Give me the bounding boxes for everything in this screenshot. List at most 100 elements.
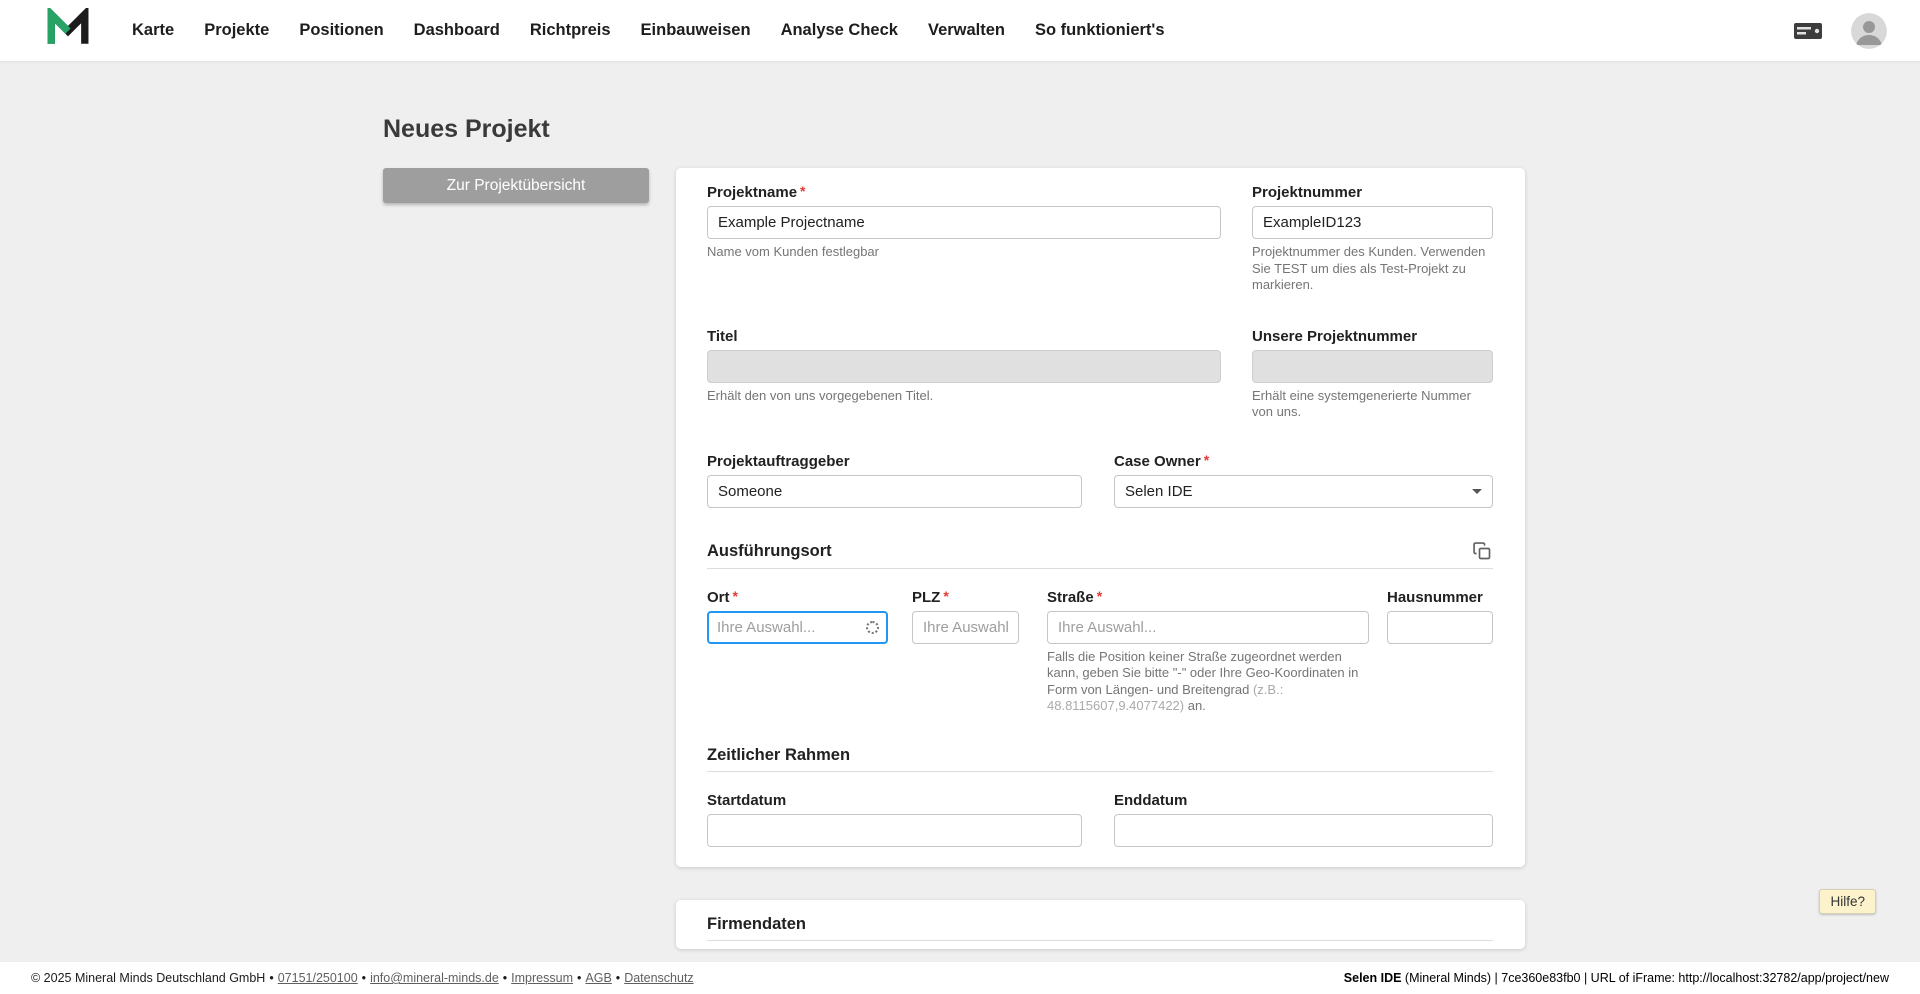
field-titel: Titel Erhält den von uns vorgegebenen Ti… (707, 328, 1221, 421)
strasse-helper-main: Falls die Position keiner Straße zugeord… (1047, 648, 1359, 697)
row-projektname-projektnummer: Projektname* Name vom Kunden festlegbar … (707, 183, 1493, 294)
field-enddatum: Enddatum (1114, 792, 1493, 847)
required-asterisk: * (1203, 451, 1210, 468)
field-strasse: Straße* Falls die Position keiner Straße… (1047, 588, 1369, 715)
section-ausfuehrungsort-title: Ausführungsort (707, 541, 832, 560)
unsere-projektnummer-input (1252, 349, 1493, 383)
nav-item-positionen[interactable]: Positionen (284, 0, 398, 61)
ort-input-wrapper (707, 610, 888, 644)
nav-item-einbauweisen[interactable]: Einbauweisen (626, 0, 766, 61)
section-firmendaten-title: Firmendaten (707, 914, 807, 933)
row-titel-unsere-projektnummer: Titel Erhält den von uns vorgegebenen Ti… (707, 328, 1493, 421)
section-firmendaten-header: Firmendaten (707, 914, 1493, 941)
ort-label: Ort (707, 588, 730, 606)
nav-item-richtpreis[interactable]: Richtpreis (515, 0, 626, 61)
field-projektnummer: Projektnummer Projektnummer des Kunden. … (1252, 184, 1493, 294)
field-projektauftraggeber: Projektauftraggeber (707, 453, 1082, 508)
case-owner-select[interactable]: Selen IDE (1114, 474, 1493, 508)
row-auftraggeber-caseowner: Projektauftraggeber Case Owner* Selen ID… (707, 451, 1493, 508)
page-title: Neues Projekt (383, 115, 550, 143)
section-zeitlicher-rahmen-header: Zeitlicher Rahmen (707, 745, 1493, 772)
field-case-owner: Case Owner * Selen IDE (1114, 451, 1493, 508)
field-startdatum: Startdatum (707, 792, 1082, 847)
titel-label: Titel (707, 327, 738, 345)
brand-logo-icon (47, 5, 89, 53)
brand-logo[interactable] (47, 5, 89, 53)
enddatum-input[interactable] (1114, 813, 1493, 847)
footer-separator: • (577, 971, 582, 985)
footer-separator: • (502, 971, 508, 985)
unsere-projektnummer-helper: Erhält eine systemgenerierte Nummer von … (1252, 387, 1471, 420)
projektname-helper: Name vom Kunden festlegbar (707, 244, 879, 259)
field-hausnummer: Hausnummer (1387, 589, 1493, 715)
plz-input[interactable] (912, 610, 1019, 644)
footer-left: © 2025 Mineral Minds Deutschland GmbH • … (31, 971, 694, 985)
project-form-card: Projektname* Name vom Kunden festlegbar … (676, 168, 1525, 867)
top-navbar: Karte Projekte Positionen Dashboard Rich… (0, 0, 1920, 61)
projektnummer-label: Projektnummer (1252, 184, 1363, 201)
plz-label: PLZ (912, 588, 941, 606)
enddatum-label: Enddatum (1114, 791, 1188, 809)
case-owner-value: Selen IDE (1125, 482, 1193, 500)
required-asterisk: * (800, 183, 806, 199)
required-asterisk: * (943, 587, 949, 604)
projektauftraggeber-input[interactable] (707, 474, 1082, 508)
ort-input[interactable] (717, 618, 866, 636)
footer-email-link[interactable]: info@mineral-minds.de (370, 971, 499, 985)
hausnummer-label: Hausnummer (1387, 588, 1483, 606)
titel-input (707, 349, 1221, 383)
strasse-helper-suffix: an. (1184, 698, 1206, 713)
server-icon[interactable] (1793, 20, 1823, 42)
footer: © 2025 Mineral Minds Deutschland GmbH • … (0, 962, 1920, 994)
case-owner-label: Case Owner (1114, 452, 1201, 470)
startdatum-input[interactable] (707, 813, 1082, 847)
strasse-helper: Falls die Position keiner Straße zugeord… (1047, 649, 1369, 715)
firmendaten-card: Firmendaten (676, 899, 1525, 949)
footer-session-info: Selen IDE (Mineral Minds) | 7ce360e83fb0… (1344, 971, 1889, 985)
copy-icon[interactable] (1471, 540, 1493, 562)
nav-item-verwalten[interactable]: Verwalten (913, 0, 1020, 61)
navbar-right (1793, 12, 1887, 49)
titel-helper: Erhält den von uns vorgegebenen Titel. (707, 387, 934, 403)
main-content: Neues Projekt Zur Projektübersicht Proje… (0, 61, 1920, 962)
footer-session-details: (Mineral Minds) | 7ce360e83fb0 | URL of … (1401, 971, 1889, 985)
footer-separator: • (269, 971, 274, 985)
row-startdatum-enddatum: Startdatum Enddatum (707, 792, 1493, 847)
projektauftraggeber-label: Projektauftraggeber (707, 452, 850, 470)
projektnummer-input[interactable] (1252, 206, 1493, 239)
footer-copyright: © 2025 Mineral Minds Deutschland GmbH (31, 971, 266, 985)
projektname-input[interactable] (707, 206, 1221, 239)
hausnummer-input[interactable] (1387, 610, 1493, 644)
section-ausfuehrungsort-header: Ausführungsort (707, 540, 1493, 569)
field-projektname: Projektname* Name vom Kunden festlegbar (707, 183, 1221, 294)
footer-separator: • (361, 971, 367, 985)
startdatum-label: Startdatum (707, 791, 787, 809)
footer-impressum-link[interactable]: Impressum (511, 971, 573, 985)
nav-item-karte[interactable]: Karte (117, 0, 189, 61)
field-plz: PLZ * (912, 587, 1019, 715)
section-zeitlicher-rahmen-title: Zeitlicher Rahmen (707, 745, 851, 764)
footer-separator: • (615, 971, 621, 985)
projektnummer-helper: Projektnummer des Kunden. Verwenden Sie … (1252, 244, 1486, 292)
back-to-project-overview-button[interactable]: Zur Projektübersicht (383, 168, 649, 203)
form-column: Projektname* Name vom Kunden festlegbar … (676, 168, 1525, 949)
user-avatar-icon[interactable] (1851, 12, 1887, 49)
footer-datenschutz-link[interactable]: Datenschutz (624, 971, 693, 985)
footer-user-name: Selen IDE (1343, 971, 1402, 985)
main-nav: Karte Projekte Positionen Dashboard Rich… (117, 0, 1793, 61)
strasse-input[interactable] (1047, 610, 1369, 644)
footer-phone-link[interactable]: 07151/250100 (278, 971, 358, 985)
strasse-label: Straße (1047, 588, 1094, 606)
field-ort: Ort * (707, 587, 888, 715)
field-unsere-projektnummer: Unsere Projektnummer Erhält eine systemg… (1252, 328, 1493, 421)
loading-spinner-icon (866, 620, 879, 634)
required-asterisk: * (732, 587, 738, 604)
nav-item-analyse-check[interactable]: Analyse Check (766, 0, 913, 61)
chevron-down-icon (1472, 488, 1482, 494)
footer-agb-link[interactable]: AGB (585, 971, 611, 985)
help-button[interactable]: Hilfe? (1819, 889, 1876, 914)
unsere-projektnummer-label: Unsere Projektnummer (1252, 327, 1418, 345)
nav-item-dashboard[interactable]: Dashboard (399, 0, 515, 61)
nav-item-projekte[interactable]: Projekte (189, 0, 284, 61)
nav-item-so-funktionierts[interactable]: So funktioniert's (1020, 0, 1180, 61)
